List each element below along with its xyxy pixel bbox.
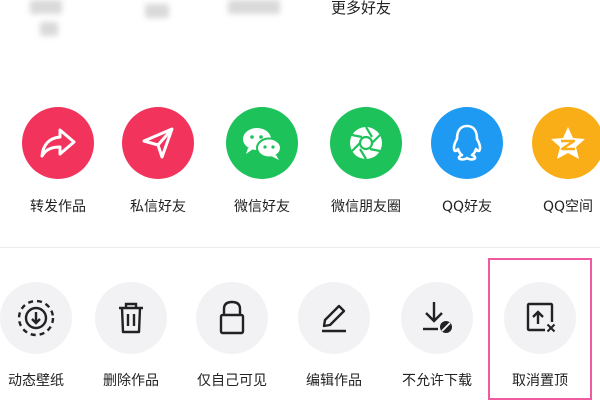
friend-name-blurred[interactable] xyxy=(228,0,280,14)
disallow-download-circle xyxy=(401,282,473,354)
live-wallpaper-button[interactable]: 动态壁纸 xyxy=(0,282,83,392)
friend-name-blurred[interactable] xyxy=(40,22,58,36)
section-divider xyxy=(0,247,600,248)
share-wechat-moments-circle xyxy=(330,107,402,179)
share-qzone-button[interactable]: QQ空间 xyxy=(523,107,600,217)
delete-video-circle xyxy=(95,282,167,354)
share-qq-button[interactable]: QQ好友 xyxy=(422,107,512,217)
private-visibility-circle xyxy=(196,282,268,354)
delete-video-button[interactable]: 删除作品 xyxy=(88,282,178,392)
wechat-icon xyxy=(240,124,284,162)
friend-name-blurred[interactable] xyxy=(30,0,62,14)
live-wallpaper-circle xyxy=(0,282,72,354)
trash-icon xyxy=(114,300,148,336)
forward-arrow-icon xyxy=(38,126,78,160)
disallow-download-button[interactable]: 不允许下载 xyxy=(394,282,484,392)
share-qzone-circle xyxy=(532,107,600,179)
unpin-highlight-box xyxy=(488,258,592,400)
share-forward-label: 转发作品 xyxy=(30,199,86,215)
live-wallpaper-icon xyxy=(16,298,56,338)
share-forward-circle xyxy=(22,107,94,179)
edit-video-label: 编辑作品 xyxy=(306,373,362,389)
wechat-moments-icon xyxy=(346,123,386,163)
share-qq-circle xyxy=(431,107,503,179)
share-qq-label: QQ好友 xyxy=(441,199,493,215)
qzone-icon xyxy=(548,124,588,162)
download-disabled-icon xyxy=(419,299,455,337)
share-wechat-moments-button[interactable]: 微信朋友圈 xyxy=(321,107,411,217)
pencil-icon xyxy=(316,300,352,336)
private-visibility-label: 仅自己可见 xyxy=(197,373,267,389)
share-panel: 更多好友 转发作品 私信好友 微信好友 微信朋友圈 QQ好友 QQ空间 动态壁纸… xyxy=(0,0,600,410)
edit-video-circle xyxy=(298,282,370,354)
disallow-download-label: 不允许下载 xyxy=(402,373,472,389)
qq-icon xyxy=(449,122,485,164)
share-wechat-button[interactable]: 微信好友 xyxy=(217,107,307,217)
more-friends-label[interactable]: 更多好友 xyxy=(331,0,391,18)
lock-icon xyxy=(216,299,248,337)
share-private-message-circle xyxy=(122,107,194,179)
share-forward-button[interactable]: 转发作品 xyxy=(13,107,103,217)
watermark-text: php.cn xyxy=(22,36,82,100)
delete-video-label: 删除作品 xyxy=(103,373,159,389)
share-private-message-button[interactable]: 私信好友 xyxy=(113,107,203,217)
share-wechat-label: 微信好友 xyxy=(234,199,290,215)
friend-name-blurred[interactable] xyxy=(145,4,169,18)
send-message-icon xyxy=(140,125,176,161)
share-qzone-label: QQ空间 xyxy=(542,199,594,215)
share-wechat-circle xyxy=(226,107,298,179)
edit-video-button[interactable]: 编辑作品 xyxy=(291,282,381,392)
share-wechat-moments-label: 微信朋友圈 xyxy=(331,199,401,215)
share-private-message-label: 私信好友 xyxy=(130,199,186,215)
private-visibility-button[interactable]: 仅自己可见 xyxy=(189,282,279,392)
